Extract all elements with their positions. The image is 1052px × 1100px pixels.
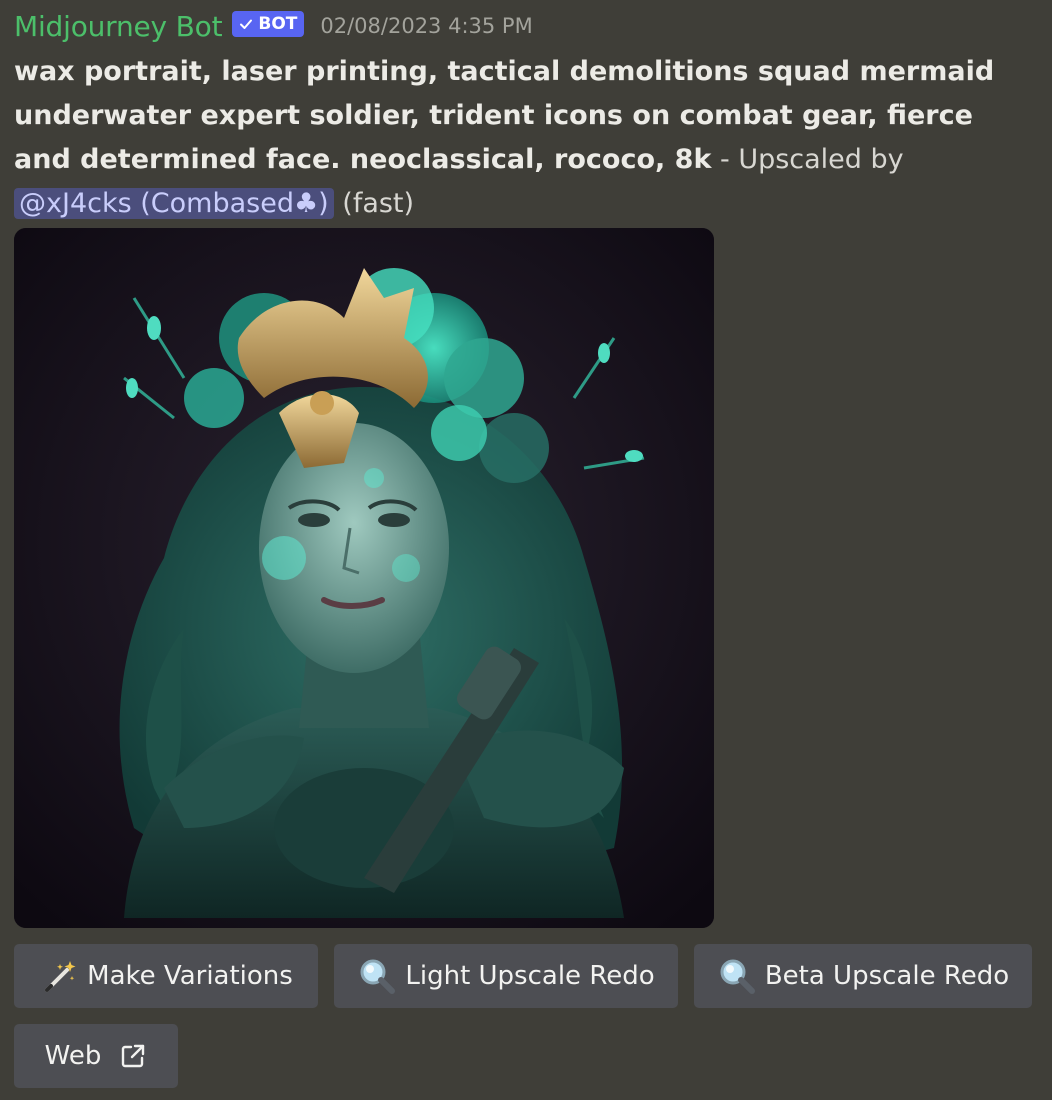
- magnifier-icon: [357, 956, 397, 996]
- chat-message: Midjourney Bot BOT 02/08/2023 4:35 PM wa…: [0, 0, 1052, 1100]
- external-link-icon: [119, 1042, 147, 1070]
- speed-text: (fast): [333, 188, 415, 219]
- make-variations-label: Make Variations: [87, 961, 293, 991]
- portrait-illustration: [14, 228, 714, 928]
- upscaled-by-text: - Upscaled by: [711, 144, 904, 175]
- timestamp: 02/08/2023 4:35 PM: [320, 14, 533, 38]
- beta-upscale-redo-label: Beta Upscale Redo: [764, 961, 1010, 991]
- magnifier-icon: [717, 956, 757, 996]
- web-link-button[interactable]: Web: [14, 1024, 178, 1088]
- beta-upscale-redo-button[interactable]: Beta Upscale Redo: [694, 944, 1032, 1008]
- user-mention[interactable]: @xJ4cks (Combased♣): [14, 188, 334, 219]
- generated-image[interactable]: [14, 228, 714, 928]
- magic-wand-icon: [39, 956, 79, 996]
- web-label: Web: [44, 1041, 102, 1071]
- bot-badge: BOT: [232, 11, 305, 37]
- bot-badge-label: BOT: [258, 14, 298, 34]
- make-variations-button[interactable]: Make Variations: [14, 944, 318, 1008]
- light-upscale-redo-label: Light Upscale Redo: [405, 961, 655, 991]
- author-name[interactable]: Midjourney Bot: [14, 10, 223, 43]
- light-upscale-redo-button[interactable]: Light Upscale Redo: [334, 944, 678, 1008]
- checkmark-icon: [240, 19, 253, 29]
- message-content: wax portrait, laser printing, tactical d…: [14, 50, 1024, 226]
- message-header: Midjourney Bot BOT 02/08/2023 4:35 PM: [14, 6, 533, 46]
